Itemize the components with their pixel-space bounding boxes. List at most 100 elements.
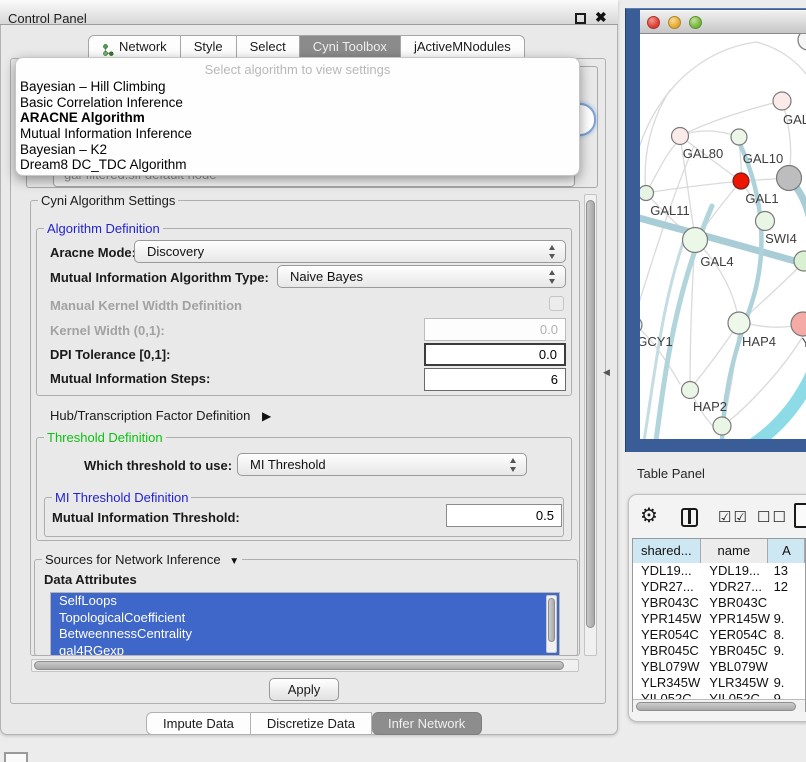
attribute-item-gal4rgexp[interactable]: gal4RGexp <box>51 643 559 657</box>
network-node-gal10[interactable] <box>731 129 747 145</box>
network-node-hap4[interactable] <box>728 312 750 334</box>
tab-label: Cyni Toolbox <box>313 36 387 58</box>
network-edge[interactable] <box>645 90 670 193</box>
cyni-settings-title: Cyni Algorithm Settings <box>38 193 178 208</box>
network-edge[interactable] <box>680 101 782 136</box>
zoom-traffic-light-icon[interactable] <box>689 16 702 29</box>
network-edge[interactable] <box>646 181 741 193</box>
table-cell: YPR145W <box>633 611 701 627</box>
tab-network[interactable]: Network <box>88 35 181 58</box>
bottom-tab-discretize-data[interactable]: Discretize Data <box>251 712 372 735</box>
node-label-gal1: GAL1 <box>745 191 778 206</box>
algorithm-item-mutual-information-inference[interactable]: Mutual Information Inference <box>19 126 577 142</box>
unchecked-checkboxes-icon[interactable]: ☐☐ <box>757 508 788 526</box>
network-node[interactable] <box>798 34 806 50</box>
kernel-width-field[interactable] <box>424 318 566 341</box>
algorithm-item-basic-correlation-inference[interactable]: Basic Correlation Inference <box>19 95 577 111</box>
gear-icon[interactable]: ⚙ <box>640 504 658 528</box>
network-node-gal11[interactable] <box>640 186 654 201</box>
hub-definition-toggle[interactable]: Hub/Transcription Factor Definition ▶ <box>50 408 271 423</box>
aracne-mode-combo[interactable]: Discovery <box>134 240 566 263</box>
network-node-y[interactable] <box>791 312 806 336</box>
data-attributes-list[interactable]: SelfLoopsTopologicalCoefficientBetweenne… <box>50 592 560 656</box>
table-horizontal-scrollbar[interactable] <box>633 699 805 712</box>
network-node-gal1[interactable] <box>733 173 749 189</box>
attributes-scrollbar-thumb[interactable] <box>548 598 555 642</box>
close-traffic-light-icon[interactable] <box>647 16 660 29</box>
bottom-tab-impute-data[interactable]: Impute Data <box>146 712 251 735</box>
network-node-gal4[interactable] <box>683 228 708 253</box>
float-window-icon[interactable] <box>575 13 586 24</box>
network-edge[interactable] <box>646 142 678 193</box>
table-cell: YDL19... <box>633 563 701 579</box>
algorithm-item-bayesian-k2[interactable]: Bayesian – K2 <box>19 142 577 158</box>
algorithm-item-bayesian-hill-climbing[interactable]: Bayesian – Hill Climbing <box>19 79 577 95</box>
settings-horizontal-scrollbar[interactable] <box>31 659 579 672</box>
table-cell: 8. <box>770 627 805 643</box>
algorithm-item-aracne-algorithm[interactable]: ARACNE Algorithm <box>19 110 577 126</box>
settings-vertical-scrollbar-thumb[interactable] <box>586 200 595 628</box>
table-row[interactable]: YDL19...YDL19...13 <box>633 563 805 579</box>
apply-button[interactable]: Apply <box>269 678 339 701</box>
columns-icon[interactable] <box>681 508 698 527</box>
which-threshold-value: MI Threshold <box>250 457 326 472</box>
table-horizontal-scrollbar-thumb[interactable] <box>636 702 796 711</box>
network-window-titlebar[interactable] <box>640 10 806 34</box>
attribute-item-betweennesscentrality[interactable]: BetweennessCentrality <box>51 626 559 643</box>
manual-kernel-width-checkbox[interactable] <box>549 296 564 311</box>
network-edge[interactable] <box>754 370 806 439</box>
table-row[interactable]: YLR345WYLR345W9. <box>633 675 805 691</box>
network-node-gal[interactable] <box>773 92 791 110</box>
algorithm-item-dream8-dc-tdc-algorithm[interactable]: Dream8 DC_TDC Algorithm <box>19 157 577 173</box>
mi-steps-field[interactable] <box>424 368 566 391</box>
tab-cyni-toolbox[interactable]: Cyni Toolbox <box>300 35 401 58</box>
table-row[interactable]: YPR145WYPR145W9. <box>633 611 805 627</box>
column-header-a[interactable]: A <box>768 539 805 563</box>
checked-checkboxes-icon[interactable]: ☑☑ <box>718 508 749 526</box>
control-panel-titlebar[interactable] <box>0 0 618 25</box>
aracne-mode-value: Discovery <box>147 244 204 259</box>
table-row[interactable]: YBL079WYBL079W <box>633 659 805 675</box>
tab-style[interactable]: Style <box>181 35 237 58</box>
which-threshold-combo[interactable]: MI Threshold <box>237 453 527 476</box>
network-node-hap2[interactable] <box>682 382 699 399</box>
table-row[interactable]: YDR27...YDR27...12 <box>633 579 805 595</box>
tab-select[interactable]: Select <box>237 35 300 58</box>
column-header-name[interactable]: name <box>701 539 769 563</box>
table-header: shared...nameA <box>633 539 805 563</box>
column-header-shared-[interactable]: shared... <box>633 539 701 563</box>
minimized-panel-icon[interactable] <box>4 752 28 762</box>
table-row[interactable]: YBR043CYBR043C <box>633 595 805 611</box>
document-icon[interactable] <box>794 503 806 528</box>
network-edge[interactable] <box>756 42 806 78</box>
dpi-tolerance-field[interactable] <box>424 343 566 366</box>
table-row[interactable]: YBR045CYBR045C9. <box>633 643 805 659</box>
network-canvas[interactable]: GALGAL80GAL10GAL1GAL11SWI4GAL4GCY1HAP4YH… <box>640 34 806 439</box>
table-cell: YBR045C <box>633 643 701 659</box>
settings-horizontal-scrollbar-thumb[interactable] <box>34 661 564 670</box>
settings-vertical-scrollbar[interactable] <box>584 194 597 656</box>
mi-threshold-field[interactable] <box>446 504 562 527</box>
table-cell: YBR043C <box>633 595 701 611</box>
network-node[interactable] <box>777 166 802 191</box>
attribute-item-topologicalcoefficient[interactable]: TopologicalCoefficient <box>51 610 559 627</box>
sources-title-row[interactable]: Sources for Network Inference ▼ <box>42 552 242 567</box>
network-node[interactable] <box>794 251 806 271</box>
table-row[interactable]: YER054CYER054C8. <box>633 627 805 643</box>
bottom-tabs: Impute DataDiscretize DataInfer Network <box>146 712 482 735</box>
attribute-item-selfloops[interactable]: SelfLoops <box>51 593 559 610</box>
network-node[interactable] <box>713 417 731 435</box>
spinner-arrows-icon <box>549 245 556 259</box>
bottom-tab-infer-network[interactable]: Infer Network <box>372 712 482 735</box>
tab-jactivemnodules[interactable]: jActiveMNodules <box>401 35 525 58</box>
minimize-traffic-light-icon[interactable] <box>668 16 681 29</box>
which-threshold-label: Which threshold to use: <box>84 458 232 473</box>
network-edge[interactable] <box>782 101 791 166</box>
close-icon[interactable]: ✖ <box>595 9 607 26</box>
network-node-swi4[interactable] <box>756 212 775 231</box>
network-edge[interactable] <box>695 240 739 323</box>
attributes-scrollbar[interactable] <box>546 595 557 653</box>
network-node-gal80[interactable] <box>672 128 689 145</box>
splitter-collapse-icon[interactable]: ◀ <box>603 367 610 378</box>
mi-algorithm-type-combo[interactable]: Naive Bayes <box>277 265 566 288</box>
